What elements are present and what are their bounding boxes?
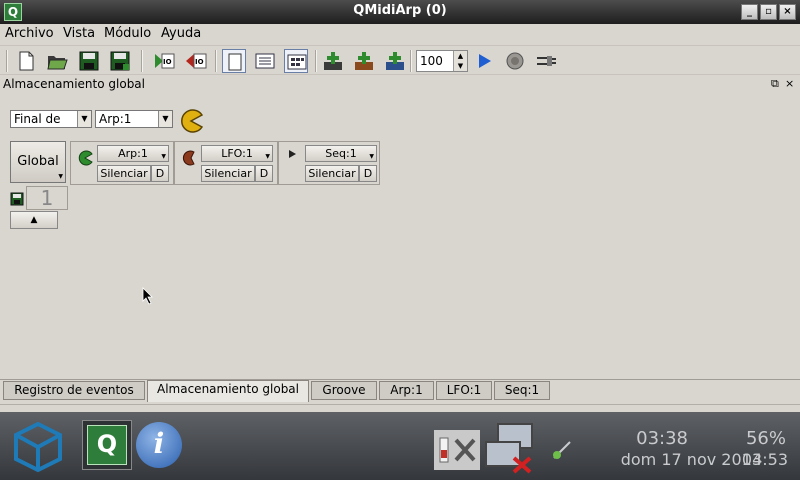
switch-mode-value: Final de [14,112,61,126]
status-bar [0,404,800,412]
battery-percent[interactable]: 56% [746,428,786,449]
lfo-module-button[interactable]: LFO:1 ▼ [201,145,273,162]
play-icon[interactable] [472,49,496,73]
volume-icon[interactable] [550,438,574,462]
module-panel-lfo: LFO:1 ▼ Silenciar D [174,141,278,185]
tab-global-store[interactable]: Almacenamiento global [147,380,309,402]
midi-in-icon[interactable]: IO [152,49,176,73]
chevron-down-icon: ▼ [161,153,166,160]
global-button[interactable]: Global ▼ [10,141,66,183]
menu-vista[interactable]: Vista [63,26,95,41]
tempo-stepper-arrows[interactable]: ▲ ▼ [453,51,467,71]
tab-lfo[interactable]: LFO:1 [436,381,492,400]
lfo-delete-button[interactable]: D [255,165,273,182]
view-list-icon[interactable] [253,49,277,73]
launcher-cube-icon[interactable] [10,420,66,474]
collapse-arrow-button[interactable]: ▲ [10,211,58,229]
arp-mute-button[interactable]: Silenciar [97,165,151,182]
toolbar-separator [315,50,317,72]
module-select[interactable]: Arp:1 ▼ [95,110,173,128]
chevron-down-icon: ▼ [77,111,91,127]
store-slot-number[interactable]: 1 [26,186,68,210]
tab-arp[interactable]: Arp:1 [379,381,434,400]
clock-time[interactable]: 03:38 [636,428,688,449]
save-as-icon[interactable] [108,49,132,73]
chevron-down-icon: ▼ [58,173,63,180]
tempo-value: 100 [420,54,443,68]
minimize-button[interactable]: _ [741,4,758,20]
menu-modulo[interactable]: Módulo [104,26,151,41]
tab-event-log[interactable]: Registro de eventos [3,381,145,400]
dock-float-icon[interactable]: ⧉ [771,77,779,91]
global-button-label: Global [17,154,59,169]
lfo-pacman-icon [182,150,195,166]
window-title: QMidiArp (0) [353,3,447,18]
dock-title: Almacenamiento global [3,77,145,91]
save-icon[interactable] [77,49,101,73]
svg-text:IO: IO [163,58,172,66]
main-toolbar: IO IO 100 ▲ ▼ [0,45,800,75]
dock-tab-bar: Registro de eventos Almacenamiento globa… [0,379,800,402]
tab-seq[interactable]: Seq:1 [494,381,550,400]
maximize-button[interactable]: ▫ [760,4,777,20]
arp-module-label: Arp:1 [118,147,148,160]
switch-mode-select[interactable]: Final de ▼ [10,110,92,128]
arp-module-button[interactable]: Arp:1 ▼ [97,145,169,162]
menu-ayuda[interactable]: Ayuda [161,26,201,41]
module-select-value: Arp:1 [99,112,132,126]
settings-tools-icon[interactable] [434,430,480,470]
chevron-down-icon: ▼ [265,153,270,160]
midi-out-icon[interactable]: IO [184,49,208,73]
tempo-spinbox[interactable]: 100 ▲ ▼ [416,50,468,72]
midi-clock-icon[interactable] [503,49,527,73]
close-button[interactable]: × [779,4,796,20]
qmidiarp-task-icon: Q [87,425,127,465]
add-arp-icon[interactable] [321,49,345,73]
store-slot-icon[interactable] [10,192,24,206]
chevron-down-icon: ▼ [369,153,374,160]
window-titlebar: Q QMidiArp (0) _ ▫ × [0,0,800,24]
clock-date[interactable]: dom 17 nov 2013 [621,450,762,469]
new-file-icon[interactable] [14,49,38,73]
seq-mute-button[interactable]: Silenciar [305,165,359,182]
dock-title-bar: Almacenamiento global ⧉ × [0,77,800,93]
toolbar-separator [215,50,217,72]
battery-time[interactable]: 04:53 [742,450,788,469]
network-disconnected-icon[interactable] [484,422,536,474]
seq-module-label: Seq:1 [325,147,357,160]
add-lfo-icon[interactable] [352,49,376,73]
toolbar-separator [6,50,8,72]
toolbar-separator [141,50,143,72]
arp-pacman-icon [78,150,93,166]
pacman-indicator-icon [181,109,204,133]
menu-bar: Archivo Vista Módulo Ayuda [0,24,800,44]
module-panel-arp: Arp:1 ▼ Silenciar D [70,141,174,185]
view-grid-icon[interactable] [284,49,308,73]
menu-archivo[interactable]: Archivo [5,26,54,41]
jack-sync-icon[interactable] [534,49,558,73]
add-seq-icon[interactable] [383,49,407,73]
svg-text:IO: IO [195,58,204,66]
toolbar-separator [410,50,412,72]
seq-pacman-icon [289,150,296,158]
lfo-mute-button[interactable]: Silenciar [201,165,255,182]
mouse-cursor-icon [142,287,153,305]
system-taskbar: Q i 03:38 dom 17 nov 2013 56% 04:53 [0,412,800,480]
seq-delete-button[interactable]: D [359,165,377,182]
arp-delete-button[interactable]: D [151,165,169,182]
chevron-down-icon: ▼ [158,111,172,127]
module-panel-seq: Seq:1 ▼ Silenciar D [278,141,380,185]
info-icon[interactable]: i [136,422,182,468]
open-file-icon[interactable] [45,49,69,73]
dock-close-icon[interactable]: × [785,77,794,90]
tab-groove[interactable]: Groove [311,381,377,400]
view-page-icon[interactable] [222,49,246,73]
qmidiarp-task-button[interactable]: Q [82,420,132,470]
seq-module-button[interactable]: Seq:1 ▼ [305,145,377,162]
lfo-module-label: LFO:1 [221,147,253,160]
